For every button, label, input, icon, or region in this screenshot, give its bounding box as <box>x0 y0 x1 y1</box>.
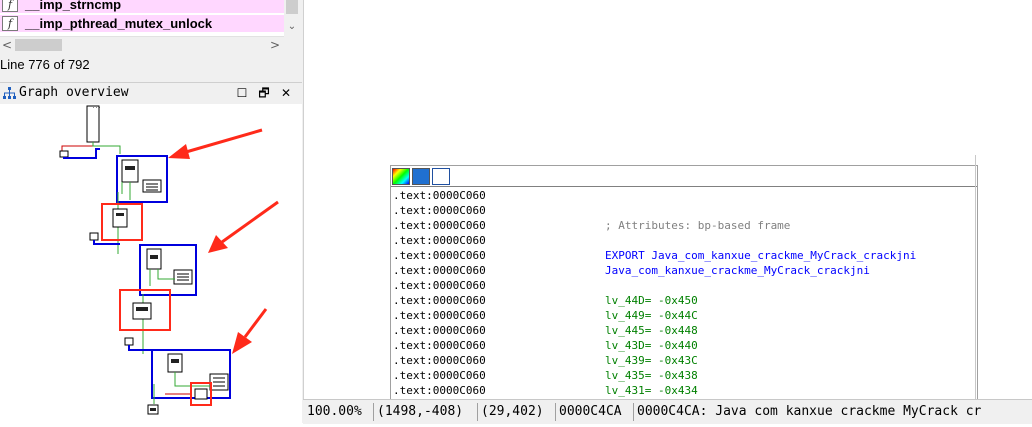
graph-overview-title: Graph overview <box>19 85 129 100</box>
disassembly-line[interactable]: .text:0000C060 <box>393 278 977 293</box>
maximize-icon[interactable]: ☐ <box>235 85 249 101</box>
graph-node <box>86 105 100 143</box>
restore-icon[interactable]: 🗗 <box>257 85 271 101</box>
divider <box>477 403 478 421</box>
file-offset: 0000C4CA <box>559 404 622 419</box>
disassembly-toolbar <box>391 166 977 187</box>
function-name: __imp_strncmp <box>25 0 122 12</box>
current-location: 0000C4CA: Java com kanxue crackme MyCrac… <box>637 404 982 419</box>
line-code: ; Attributes: bp-based frame <box>605 219 791 232</box>
line-address: .text:0000C060 <box>393 339 486 352</box>
disassembly-line[interactable]: .text:0000C060 lv_431= -0x434 <box>393 383 977 398</box>
line-code: lv_449= -0x44C <box>605 309 698 322</box>
disassembly-line[interactable]: .text:0000C060 Java_com_kanxue_crackme_My… <box>393 263 977 278</box>
disassembly-line[interactable]: .text:0000C060 lv_435= -0x438 <box>393 368 977 383</box>
line-address: .text:0000C060 <box>393 264 486 277</box>
line-code: lv_439= -0x43C <box>605 354 698 367</box>
scroll-left-icon[interactable]: < <box>0 37 14 53</box>
graph-overview-drawing: ... <box>59 104 279 415</box>
line-address: .text:0000C060 <box>393 189 486 202</box>
disassembly-line[interactable]: .text:0000C060 <box>393 233 977 248</box>
scroll-down-icon[interactable]: ⌄ <box>284 20 300 34</box>
line-address: .text:0000C060 <box>393 249 486 262</box>
graph-overview-canvas[interactable]: ... <box>0 104 302 423</box>
disassembly-line[interactable]: .text:0000C060 <box>393 203 977 218</box>
status-bar: 100.00% (1498,-408) (29,402) 0000C4CA 00… <box>303 399 1032 424</box>
line-address: .text:0000C060 <box>393 354 486 367</box>
line-code: lv_431= -0x434 <box>605 384 698 397</box>
annotation-arrow <box>185 128 263 154</box>
graph-node-label: ... <box>92 104 101 110</box>
graph-node <box>124 337 134 346</box>
line-address: .text:0000C060 <box>393 219 486 232</box>
graph-node <box>59 150 69 158</box>
edit-icon[interactable] <box>412 168 430 185</box>
annotation-arrow <box>243 308 268 338</box>
annotation-arrow <box>221 200 279 244</box>
divider <box>633 403 634 421</box>
line-code: lv_445= -0x448 <box>605 324 698 337</box>
scroll-right-icon[interactable]: > <box>268 37 282 53</box>
function-icon: f <box>2 0 18 12</box>
horizontal-scrollbar[interactable]: < > <box>0 36 284 53</box>
graph-coordinates: (1498,-408) <box>377 404 464 419</box>
line-address: .text:0000C060 <box>393 369 486 382</box>
functions-list: f __imp_strncmp f __imp_pthread_mutex_un… <box>0 0 284 36</box>
view-coordinates: (29,402) <box>481 404 544 419</box>
graph-overview-icon <box>3 87 16 99</box>
zoom-level: 100.00% <box>307 404 362 419</box>
close-icon[interactable]: ✕ <box>279 85 293 101</box>
divider <box>975 155 976 405</box>
line-address: .text:0000C060 <box>393 279 486 292</box>
function-name: __imp_pthread_mutex_unlock <box>25 16 213 31</box>
graph-overview-header: Graph overview ☐ 🗗 ✕ <box>0 82 302 105</box>
graph-node <box>112 208 128 228</box>
vertical-scrollbar[interactable]: ⌄ <box>284 0 300 36</box>
line-code: lv_435= -0x438 <box>605 369 698 382</box>
graph-view-icon[interactable] <box>432 168 450 185</box>
disassembly-line[interactable]: .text:0000C060 ; Attributes: bp-based fra… <box>393 218 977 233</box>
palette-icon[interactable] <box>392 168 410 185</box>
line-address: .text:0000C060 <box>393 204 486 217</box>
line-code: Java_com_kanxue_crackme_MyCrack_crackjni <box>605 264 870 277</box>
line-code: lv_44D= -0x450 <box>605 294 698 307</box>
line-address: .text:0000C060 <box>393 234 486 247</box>
graph-node <box>121 159 139 183</box>
disassembly-line[interactable]: .text:0000C060 lv_449= -0x44C <box>393 308 977 323</box>
graph-node <box>194 388 208 400</box>
scrollbar-thumb[interactable] <box>15 39 62 51</box>
disassembly-view[interactable]: .text:0000C060 .text:0000C060 .text:0000C0… <box>390 165 978 417</box>
disassembly-line[interactable]: .text:0000C060 lv_43D= -0x440 <box>393 338 977 353</box>
disassembly-line[interactable]: .text:0000C060 lv_439= -0x43C <box>393 353 977 368</box>
disassembly-line[interactable]: .text:0000C060 EXPORT Java_com_kanxue_cra… <box>393 248 977 263</box>
line-address: .text:0000C060 <box>393 384 486 397</box>
list-item[interactable]: f __imp_strncmp <box>0 0 284 13</box>
disassembly-line[interactable]: .text:0000C060 <box>393 188 977 203</box>
list-item[interactable]: f __imp_pthread_mutex_unlock <box>0 15 284 32</box>
function-icon: f <box>2 16 18 31</box>
line-address: .text:0000C060 <box>393 294 486 307</box>
divider <box>555 403 556 421</box>
scrollbar-thumb[interactable] <box>286 0 298 14</box>
line-status: Line 776 of 792 <box>0 57 90 72</box>
line-address: .text:0000C060 <box>393 309 486 322</box>
disassembly-line[interactable]: .text:0000C060 lv_44D= -0x450 <box>393 293 977 308</box>
line-code: lv_43D= -0x440 <box>605 339 698 352</box>
disassembly-line[interactable]: .text:0000C060 lv_445= -0x448 <box>393 323 977 338</box>
line-code: EXPORT Java_com_kanxue_crackme_MyCrack_c… <box>605 249 917 262</box>
divider <box>373 403 374 421</box>
line-address: .text:0000C060 <box>393 324 486 337</box>
graph-node <box>89 232 99 241</box>
left-panel: f __imp_strncmp f __imp_pthread_mutex_un… <box>0 0 304 423</box>
